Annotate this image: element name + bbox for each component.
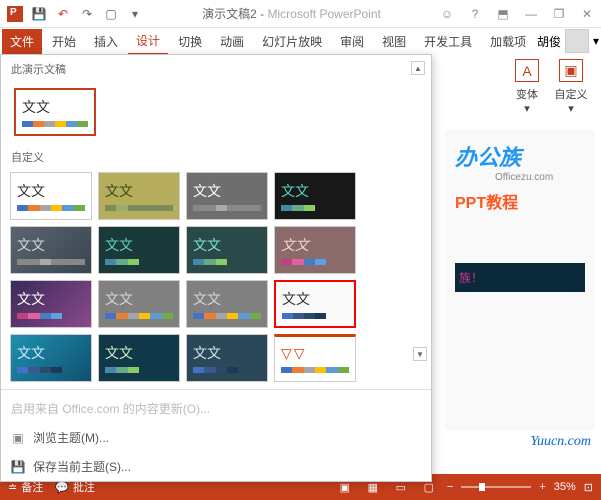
tab-design[interactable]: 设计 bbox=[128, 28, 168, 55]
variants-button[interactable]: A 变体 ▾ bbox=[507, 58, 547, 116]
theme-item[interactable]: 文文 bbox=[10, 334, 92, 382]
save-icon[interactable]: 💾 bbox=[28, 3, 50, 25]
slide-title-band: 族！ bbox=[455, 263, 585, 292]
watermark-officezu-sub: Officezu.com bbox=[495, 172, 585, 183]
customize-icon: ▣ bbox=[559, 59, 583, 82]
tab-slideshow[interactable]: 幻灯片放映 bbox=[254, 29, 330, 54]
start-from-beginning-icon[interactable]: ▢ bbox=[100, 3, 122, 25]
restore-icon[interactable]: ❐ bbox=[549, 4, 569, 24]
qat-dropdown-icon[interactable]: ▾ bbox=[124, 3, 146, 25]
theme-item[interactable]: 文文 bbox=[186, 280, 268, 328]
theme-item[interactable]: 文文 bbox=[10, 172, 92, 220]
section-this-presentation: 此演示文稿 bbox=[1, 55, 431, 81]
tab-home[interactable]: 开始 bbox=[44, 29, 84, 54]
theme-item[interactable]: 文文 bbox=[10, 280, 92, 328]
theme-current[interactable]: 文文 bbox=[14, 88, 96, 136]
zoom-slider[interactable] bbox=[461, 486, 531, 488]
redo-icon[interactable]: ↷ bbox=[76, 3, 98, 25]
tab-review[interactable]: 审阅 bbox=[332, 29, 372, 54]
browse-icon: ▣ bbox=[11, 431, 25, 445]
themes-dropdown-panel: ▲ 此演示文稿 文文 自定义 文文 文文 文文 文文 文文 文文 文文 文文 文… bbox=[0, 54, 432, 482]
theme-item[interactable]: 文文 bbox=[186, 226, 268, 274]
scroll-up-icon[interactable]: ▲ bbox=[411, 61, 425, 75]
menu-save-theme[interactable]: 💾 保存当前主题(S)... bbox=[1, 452, 431, 481]
theme-item[interactable]: 文文 bbox=[186, 334, 268, 382]
quick-access-toolbar: 💾 ↶ ↷ ▢ ▾ bbox=[4, 3, 146, 25]
customize-label: 自定义 bbox=[555, 86, 588, 102]
app-icon[interactable] bbox=[4, 3, 26, 25]
comments-icon: 💬 bbox=[55, 481, 69, 494]
account-name: 胡俊 bbox=[537, 33, 561, 50]
app-title: Microsoft PowerPoint bbox=[267, 7, 380, 21]
ribbon-tabs: 文件 开始 插入 设计 切换 动画 幻灯片放映 审阅 视图 开发工具 加载项 胡… bbox=[0, 28, 601, 54]
variants-icon: A bbox=[515, 59, 539, 82]
smiley-icon[interactable]: ☺ bbox=[437, 4, 457, 24]
tab-transitions[interactable]: 切换 bbox=[170, 29, 210, 54]
tab-addins[interactable]: 加载项 bbox=[482, 29, 534, 54]
ribbon-group-variants: A 变体 ▾ ▣ 自定义 ▾ bbox=[507, 58, 591, 116]
account-dropdown-icon[interactable]: ▾ bbox=[593, 34, 599, 48]
theme-item[interactable]: 文文 bbox=[10, 226, 92, 274]
section-custom: 自定义 bbox=[1, 143, 431, 169]
fit-to-window-icon[interactable]: ⊡ bbox=[584, 481, 593, 494]
menu-browse-themes[interactable]: ▣ 浏览主题(M)... bbox=[1, 423, 431, 452]
zoom-out-button[interactable]: − bbox=[447, 481, 453, 493]
menu-office-updates: 启用来自 Office.com 的内容更新(O)... bbox=[1, 394, 431, 423]
theme-item[interactable]: 文文 bbox=[98, 226, 180, 274]
theme-item[interactable]: 文文 bbox=[98, 334, 180, 382]
tab-insert[interactable]: 插入 bbox=[86, 29, 126, 54]
doc-title: 演示文稿2 bbox=[202, 7, 257, 21]
zoom-slider-thumb[interactable] bbox=[479, 483, 485, 491]
window-controls: ☺ ? ⬒ — ❐ ✕ bbox=[437, 4, 597, 24]
close-icon[interactable]: ✕ bbox=[577, 4, 597, 24]
theme-item[interactable]: 文文 bbox=[98, 280, 180, 328]
tab-file[interactable]: 文件 bbox=[2, 29, 42, 54]
scroll-down-icon[interactable]: ▼ bbox=[413, 347, 427, 361]
undo-icon[interactable]: ↶ bbox=[52, 3, 74, 25]
theme-item[interactable]: 文文 bbox=[274, 172, 356, 220]
account-area[interactable]: 胡俊 ▾ bbox=[537, 29, 599, 53]
ribbon-display-icon[interactable]: ⬒ bbox=[493, 4, 513, 24]
variants-label: 变体 bbox=[516, 86, 538, 102]
window-title: 演示文稿2 - Microsoft PowerPoint bbox=[146, 5, 437, 22]
avatar bbox=[565, 29, 589, 53]
customize-button[interactable]: ▣ 自定义 ▾ bbox=[551, 58, 591, 116]
zoom-in-button[interactable]: + bbox=[539, 481, 545, 493]
watermark-ppt-tutorial: PPT教程 bbox=[455, 189, 585, 213]
help-icon[interactable]: ? bbox=[465, 4, 485, 24]
watermark-yuucn: Yuucn.com bbox=[530, 434, 591, 450]
tab-developer[interactable]: 开发工具 bbox=[416, 29, 480, 54]
theme-item[interactable]: 文文 bbox=[98, 172, 180, 220]
theme-item-highlighted[interactable]: 文文 bbox=[274, 280, 356, 328]
title-bar: 💾 ↶ ↷ ▢ ▾ 演示文稿2 - Microsoft PowerPoint ☺… bbox=[0, 0, 601, 28]
theme-item[interactable]: 文文 bbox=[186, 172, 268, 220]
save-theme-icon: 💾 bbox=[11, 460, 25, 474]
theme-item[interactable]: ▽▽ bbox=[274, 334, 356, 382]
slide-canvas[interactable]: 办公族 Officezu.com PPT教程 族！ bbox=[445, 130, 595, 430]
watermark-officezu: 办公族 bbox=[455, 140, 585, 172]
notes-icon: ≐ bbox=[8, 481, 17, 494]
tab-animations[interactable]: 动画 bbox=[212, 29, 252, 54]
tab-view[interactable]: 视图 bbox=[374, 29, 414, 54]
theme-item[interactable]: 文文 bbox=[274, 226, 356, 274]
minimize-icon[interactable]: — bbox=[521, 4, 541, 24]
zoom-level[interactable]: 35% bbox=[554, 481, 576, 493]
